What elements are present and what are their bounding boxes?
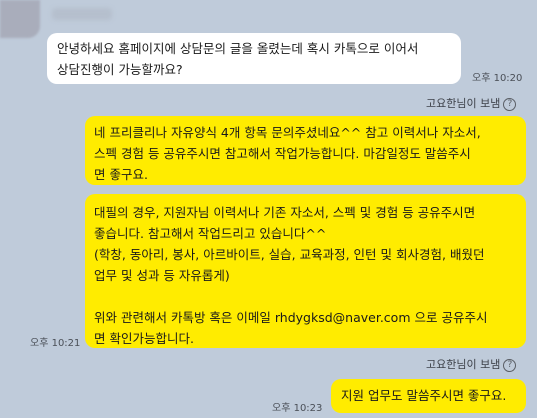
outgoing-message-bubble[interactable]: 지원 업무도 말씀주시면 좋구요.	[331, 379, 526, 413]
incoming-message-bubble[interactable]: 안녕하세요 홈페이지에 상담문의 글을 올렸는데 혹시 카톡으로 이어서 상담진…	[47, 33, 461, 84]
message-line: 스펙 경험 등 공유주시면 참고해서 작업가능합니다. 마감일정도 말씀주시	[94, 146, 471, 161]
outgoing-message-bubble[interactable]: 대필의 경우, 지원자님 이력서나 기존 자소서, 스펙 및 경험 등 공유주시…	[85, 194, 526, 348]
message-line: 대필의 경우, 지원자님 이력서나 기존 자소서, 스펙 및 경험 등 공유주시…	[94, 205, 476, 220]
sender-label: 고요한님이 보냄?	[426, 95, 517, 111]
help-icon[interactable]: ?	[503, 358, 517, 372]
message-line: 지원 업무도 말씀주시면 좋구요.	[341, 388, 507, 403]
message-time: 오후 10:20	[472, 73, 523, 84]
message-line: 업무 및 성과 등 자유롭게)	[94, 268, 230, 283]
sender-name-redacted	[52, 8, 112, 20]
message-time: 오후 10:21	[30, 338, 81, 349]
message-line: (학창, 동아리, 봉사, 아르바이트, 실습, 교육과정, 인턴 및 회사경험…	[94, 247, 485, 262]
sender-label-text: 고요한님이 보냄	[426, 358, 501, 371]
help-icon[interactable]: ?	[503, 97, 517, 111]
avatar[interactable]	[0, 0, 40, 38]
sender-label-text: 고요한님이 보냄	[426, 97, 501, 110]
message-time: 오후 10:23	[272, 403, 323, 414]
message-line: 상담진행이 가능할까요?	[57, 62, 183, 77]
message-line: 네 프리클리나 자유양식 4개 항목 문의주셨네요^^ 참고 이력서나 자소서,	[94, 125, 481, 140]
message-line: 좋습니다. 참고해서 작업드리고 있습니다^^	[94, 226, 327, 241]
message-line: 안녕하세요 홈페이지에 상담문의 글을 올렸는데 혹시 카톡으로 이어서	[57, 41, 419, 56]
outgoing-message-bubble[interactable]: 네 프리클리나 자유양식 4개 항목 문의주셨네요^^ 참고 이력서나 자소서,…	[85, 116, 526, 185]
message-line: 면 좋구요.	[94, 167, 148, 182]
message-line: 위와 관련해서 카톡방 혹은 이메일 rhdygksd@naver.com 으로…	[94, 310, 488, 325]
message-line: 면 확인가능합니다.	[94, 331, 194, 346]
sender-label: 고요한님이 보냄?	[426, 356, 517, 372]
